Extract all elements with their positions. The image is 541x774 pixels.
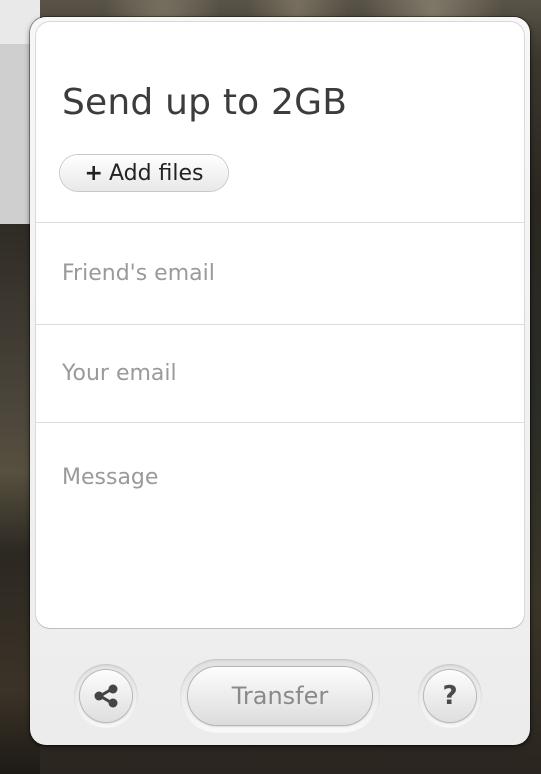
upload-form: Send up to 2GB + Add files xyxy=(36,22,524,628)
share-icon xyxy=(94,684,118,708)
transfer-widget: Send up to 2GB + Add files Transfer xyxy=(30,17,530,745)
plus-icon: + xyxy=(84,160,103,186)
transfer-button[interactable]: Transfer xyxy=(180,659,380,733)
share-button[interactable] xyxy=(74,664,138,728)
friend-email-field[interactable] xyxy=(36,223,524,324)
add-files-label: Add files xyxy=(108,160,204,186)
help-button-face: ? xyxy=(424,670,476,722)
transfer-button-label: Transfer xyxy=(188,667,372,725)
question-mark-icon: ? xyxy=(442,681,458,711)
your-email-field[interactable] xyxy=(36,325,524,422)
widget-title: Send up to 2GB xyxy=(62,82,348,123)
message-field[interactable] xyxy=(36,423,524,628)
share-button-face xyxy=(80,670,132,722)
help-button[interactable]: ? xyxy=(418,664,482,728)
add-files-button[interactable]: + Add files xyxy=(60,155,228,191)
